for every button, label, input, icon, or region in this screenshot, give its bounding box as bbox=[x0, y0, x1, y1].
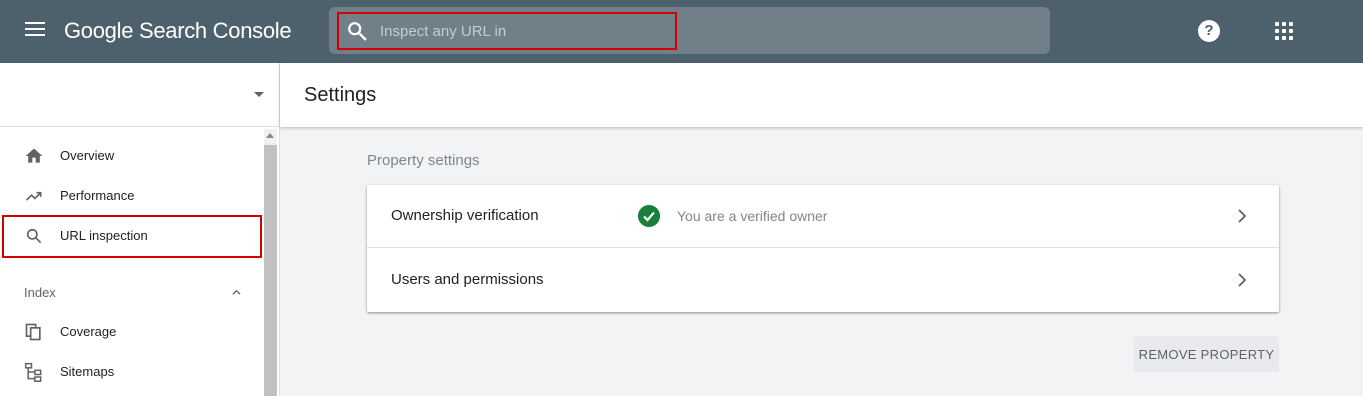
home-icon bbox=[25, 148, 43, 163]
verification-status: You are a verified owner bbox=[677, 208, 828, 224]
sidebar: Overview Performance URL inspection Inde… bbox=[0, 63, 280, 396]
row-label: Ownership verification bbox=[391, 207, 539, 224]
section-label-index: Index bbox=[24, 285, 56, 300]
sidebar-item-sitemaps[interactable]: Sitemaps bbox=[0, 352, 262, 392]
section-heading: Property settings bbox=[367, 152, 480, 169]
main-header: Settings bbox=[280, 63, 1363, 127]
sidebar-item-label: Overview bbox=[60, 148, 115, 163]
chevron-right-icon bbox=[1238, 209, 1247, 223]
ownership-verification-row[interactable]: Ownership verification You are a verifie… bbox=[367, 185, 1279, 248]
trending-up-icon bbox=[25, 191, 42, 201]
sidebar-item-performance[interactable]: Performance bbox=[0, 176, 262, 216]
sidebar-item-overview[interactable]: Overview bbox=[0, 136, 262, 176]
remove-property-button[interactable]: REMOVE PROPERTY bbox=[1134, 336, 1279, 372]
apps-grid-icon[interactable] bbox=[1275, 22, 1293, 40]
scroll-up-arrow-icon[interactable] bbox=[266, 133, 274, 138]
sidebar-item-label: Sitemaps bbox=[60, 364, 115, 379]
chevron-up-icon[interactable] bbox=[232, 288, 241, 297]
row-label: Users and permissions bbox=[391, 271, 544, 288]
sidebar-item-label: Coverage bbox=[60, 324, 117, 339]
search-highlight-box bbox=[337, 12, 677, 50]
page-title: Settings bbox=[304, 84, 377, 106]
users-permissions-row[interactable]: Users and permissions bbox=[367, 249, 1279, 312]
settings-card: Ownership verification You are a verifie… bbox=[367, 185, 1279, 312]
check-circle-icon bbox=[638, 205, 660, 227]
chevron-right-icon bbox=[1238, 273, 1247, 287]
sitemap-icon bbox=[24, 362, 42, 382]
url-inspection-highlight-box bbox=[2, 215, 262, 258]
help-icon[interactable]: ? bbox=[1198, 20, 1220, 42]
property-selector[interactable] bbox=[0, 63, 279, 127]
app-logo[interactable]: Google Search Console bbox=[64, 18, 292, 44]
menu-icon[interactable] bbox=[25, 22, 45, 38]
sidebar-item-coverage[interactable]: Coverage bbox=[0, 312, 262, 352]
coverage-icon bbox=[25, 323, 41, 341]
top-app-bar: Google Search Console ? bbox=[0, 0, 1363, 63]
scrollbar-thumb[interactable] bbox=[264, 145, 277, 396]
caret-down-icon[interactable] bbox=[254, 92, 264, 97]
sidebar-item-label: Performance bbox=[60, 188, 135, 203]
